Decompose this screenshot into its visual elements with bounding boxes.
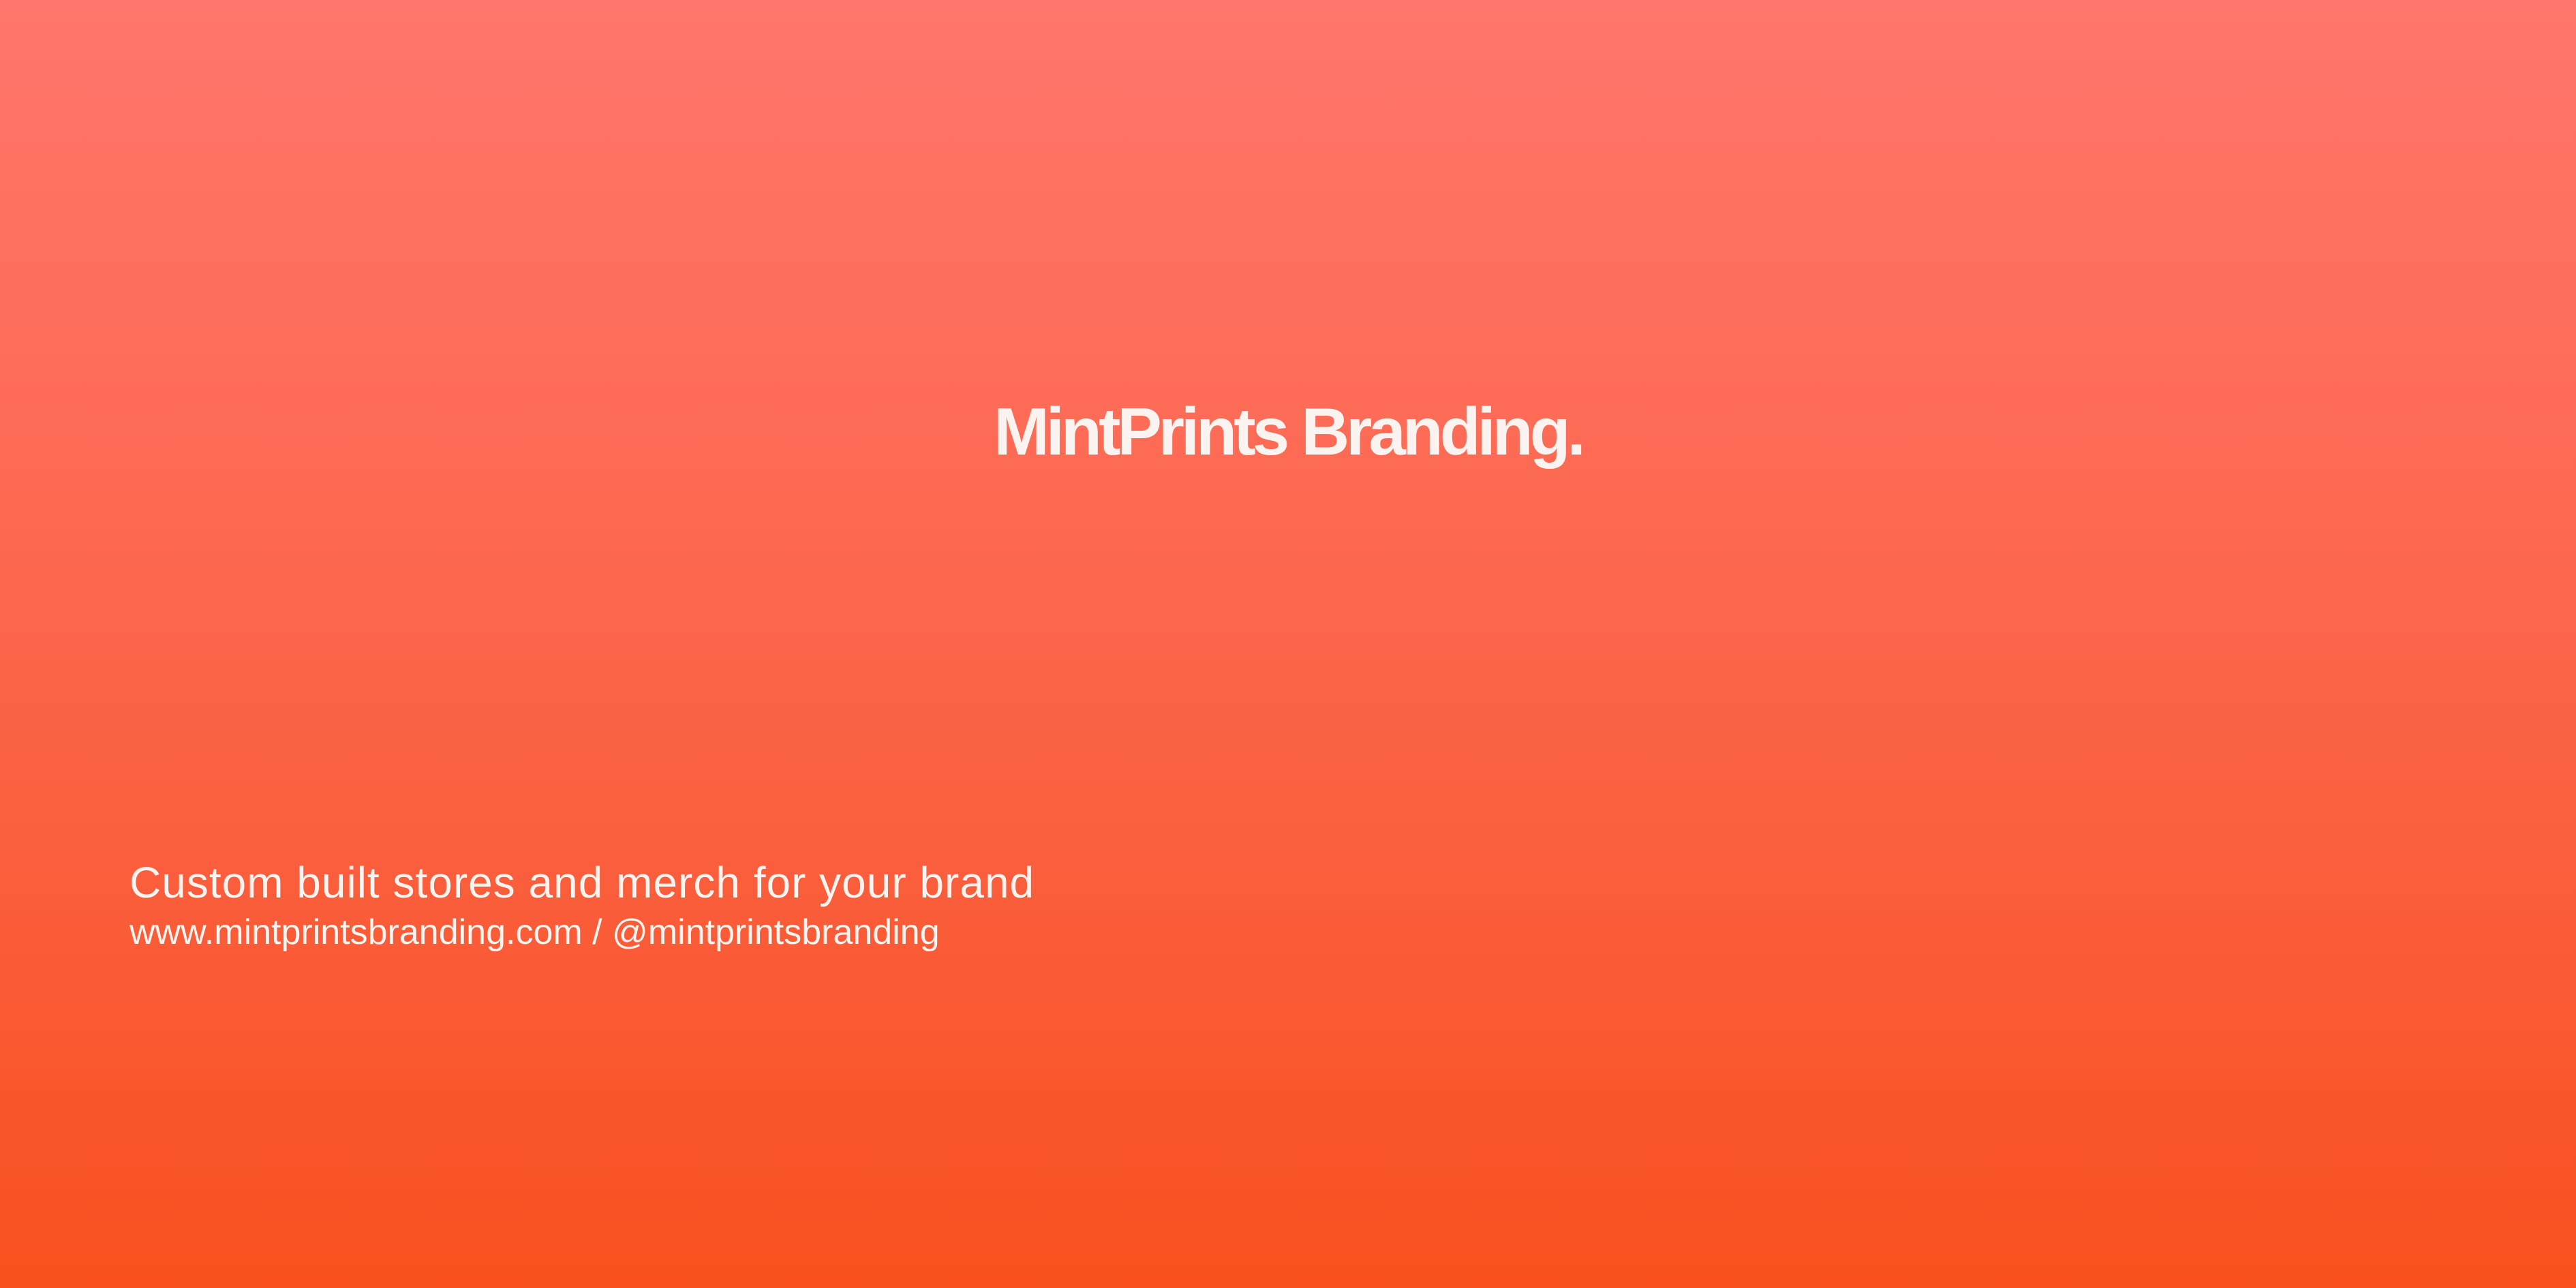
brand-banner: MintPrints Branding. Custom built stores… [0,0,2576,1288]
footer-info: Custom built stores and merch for your b… [129,854,1629,953]
contact-line: www.mintprintsbranding.com / @mintprints… [129,913,940,952]
brand-title: MintPrints Branding. [994,394,1586,469]
tagline: Custom built stores and merch for your b… [129,858,1035,907]
